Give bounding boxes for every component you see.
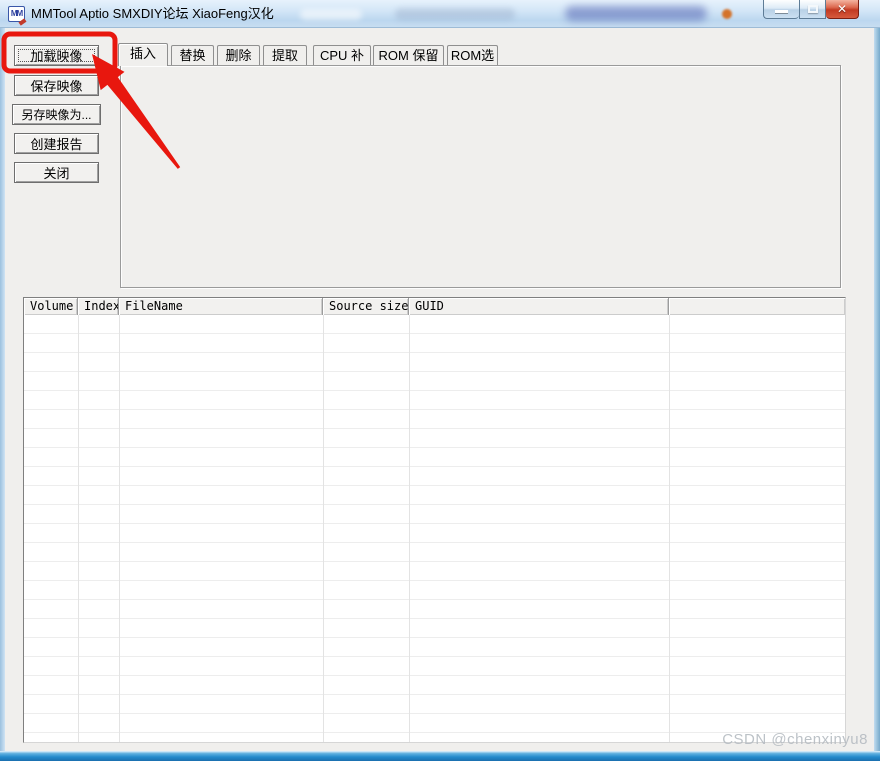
window-controls: ✕ [763,0,859,20]
table-body[interactable] [24,315,845,742]
table-gridline [119,315,120,742]
table-gridline [669,315,670,742]
window-border-right [874,28,880,761]
close-button[interactable]: ✕ [826,0,859,19]
tab-insert[interactable]: 插入 [118,43,168,66]
tab-extract-label: 提取 [272,48,298,63]
titlebar-glass-reflection [300,9,362,20]
close-app-button-label: 关闭 [43,163,69,182]
create-report-button[interactable]: 创建报告 [14,133,99,154]
app-icon: MM [8,6,25,22]
table-gridline [323,315,324,742]
window-border-left [0,28,5,761]
module-table[interactable]: Volume Index FileName Source size GUID [23,297,846,743]
column-header-source-size[interactable]: Source size [323,298,409,315]
column-header-empty [669,298,845,315]
window-border-bottom [0,751,880,761]
minimize-button[interactable] [763,0,799,19]
column-header-volume[interactable]: Volume [24,298,78,315]
save-image-button-label: 保存映像 [30,76,82,95]
create-report-button-label: 创建报告 [30,134,82,153]
tab-rom-options[interactable]: ROM选项 [447,45,498,65]
table-gridline [409,315,410,742]
tab-replace[interactable]: 替换 [171,45,214,65]
tab-cpu-patch[interactable]: CPU 补丁 [313,45,371,65]
window-title: MMTool Aptio SMXDIY论坛 XiaoFeng汉化 [31,0,274,28]
table-header-row: Volume Index FileName Source size GUID [24,298,845,315]
save-image-button[interactable]: 保存映像 [14,75,99,96]
load-image-button[interactable]: 加载映像 [14,45,99,66]
column-header-index[interactable]: Index [78,298,119,315]
close-icon: ✕ [826,2,858,16]
close-app-button[interactable]: 关闭 [14,162,99,183]
maximize-button[interactable] [799,0,826,19]
column-header-guid[interactable]: GUID [409,298,669,315]
maximize-icon [808,5,818,13]
table-gridline [78,315,79,742]
application-window: MM MMTool Aptio SMXDIY论坛 XiaoFeng汉化 ✕ 加载… [0,0,880,761]
save-image-as-button-label: 另存映像为... [21,106,91,123]
column-header-filename[interactable]: FileName [119,298,323,315]
tab-extract[interactable]: 提取 [263,45,307,65]
title-bar[interactable]: MM MMTool Aptio SMXDIY论坛 XiaoFeng汉化 ✕ [0,0,880,28]
insert-tab-page [120,65,841,288]
titlebar-background-blur [565,6,707,21]
titlebar-background-dot [722,9,732,19]
save-image-as-button[interactable]: 另存映像为... [12,104,101,125]
tab-delete[interactable]: 删除 [217,45,260,65]
focus-rectangle [18,49,95,62]
minimize-icon [775,10,788,13]
tab-replace-label: 替换 [179,48,205,63]
tab-delete-label: 删除 [225,48,251,63]
titlebar-glass-reflection [395,8,515,20]
tab-insert-label: 插入 [130,46,156,61]
tab-rom-hole[interactable]: ROM 保留区 [373,45,444,65]
